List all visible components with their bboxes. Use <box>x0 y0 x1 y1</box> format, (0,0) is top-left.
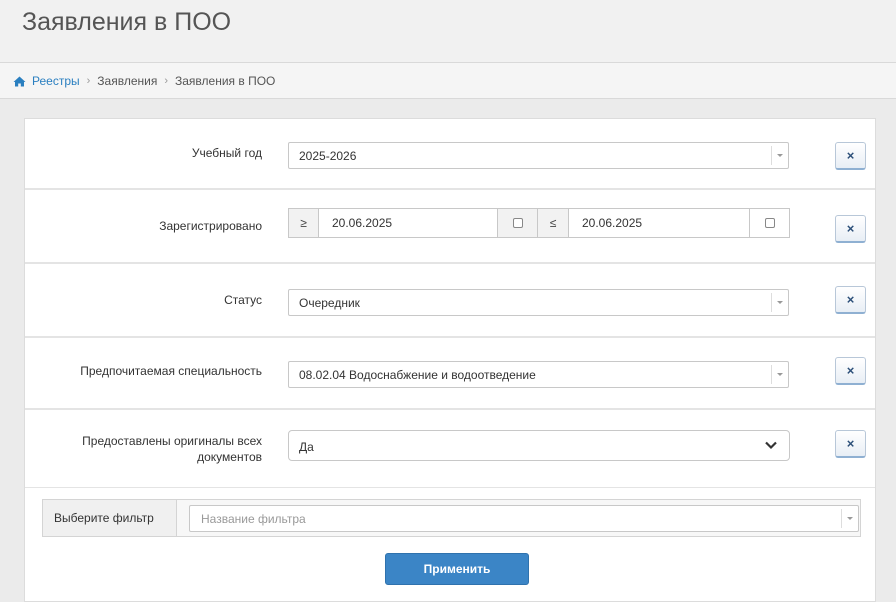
originals-select[interactable]: Да <box>288 430 790 461</box>
date-from-input[interactable]: 20.06.2025 <box>318 208 498 238</box>
chevron-down-icon <box>841 509 856 528</box>
breadcrumb: Реестры › Заявления › Заявления в ПОО <box>13 74 275 88</box>
clear-specialty-button[interactable]: × <box>835 357 866 385</box>
date-to-checkbox-addon <box>749 208 790 238</box>
originals-label-line2: документов <box>197 450 262 464</box>
breadcrumb-item-current: Заявления в ПОО <box>175 74 276 88</box>
filter-name-select[interactable]: Название фильтра <box>189 505 859 532</box>
date-from-checkbox-addon <box>497 208 538 238</box>
originals-label-line1: Предоставлены оригиналы всех <box>82 434 262 448</box>
breadcrumb-separator: › <box>164 75 168 87</box>
chevron-down-icon <box>765 441 777 450</box>
clear-registered-button[interactable]: × <box>835 215 866 243</box>
academic-year-select[interactable]: 2025-2026 <box>288 142 789 169</box>
originals-value: Да <box>299 440 314 454</box>
filter-row-academic-year: Учебный год 2025-2026 × <box>25 119 875 190</box>
chevron-down-icon <box>771 146 786 165</box>
clear-originals-button[interactable]: × <box>835 430 866 458</box>
date-from-checkbox[interactable] <box>512 218 523 228</box>
apply-button[interactable]: Применить <box>385 553 529 585</box>
academic-year-label: Учебный год <box>191 146 262 160</box>
specialty-label: Предпочитаемая специальность <box>80 364 262 378</box>
breadcrumb-item-applications[interactable]: Заявления <box>97 74 157 88</box>
registered-label: Зарегистрировано <box>159 219 262 233</box>
filter-row-status: Статус Очередник × <box>25 266 875 338</box>
filter-row-originals: Предоставлены оригиналы всех документов … <box>25 412 875 488</box>
less-equal-operator: ≤ <box>537 208 569 238</box>
date-to-checkbox[interactable] <box>764 218 775 228</box>
filter-name-placeholder: Название фильтра <box>201 512 306 526</box>
home-icon[interactable] <box>13 76 26 87</box>
chevron-down-icon <box>771 293 786 312</box>
status-value: Очередник <box>299 296 360 310</box>
status-select[interactable]: Очередник <box>288 289 789 316</box>
status-label: Статус <box>224 293 262 307</box>
academic-year-value: 2025-2026 <box>299 149 357 163</box>
originals-label: Предоставлены оригиналы всех документов <box>82 433 262 465</box>
clear-academic-year-button[interactable]: × <box>835 142 866 170</box>
date-to-input[interactable]: 20.06.2025 <box>568 208 750 238</box>
greater-equal-operator: ≥ <box>288 208 319 238</box>
breadcrumb-separator: › <box>86 75 91 87</box>
breadcrumb-bar: Реестры › Заявления › Заявления в ПОО <box>0 62 896 99</box>
page-title: Заявления в ПОО <box>22 8 232 36</box>
page-header: Заявления в ПОО <box>0 0 896 62</box>
breadcrumb-link-registries[interactable]: Реестры <box>32 74 80 88</box>
filter-row-registered: Зарегистрировано ≥ 20.06.2025 ≤ 20.06.20… <box>25 192 875 264</box>
specialty-value: 08.02.04 Водоснабжение и водоотведение <box>299 368 536 382</box>
chevron-down-icon <box>771 365 786 384</box>
filter-picker-label: Выберите фильтр <box>43 500 177 536</box>
specialty-select[interactable]: 08.02.04 Водоснабжение и водоотведение <box>288 361 789 388</box>
filter-panel: Учебный год 2025-2026 × Зарегистрировано… <box>24 118 876 602</box>
filter-row-specialty: Предпочитаемая специальность 08.02.04 Во… <box>25 340 875 410</box>
clear-status-button[interactable]: × <box>835 286 866 314</box>
filter-picker: Выберите фильтр Название фильтра <box>42 499 861 537</box>
